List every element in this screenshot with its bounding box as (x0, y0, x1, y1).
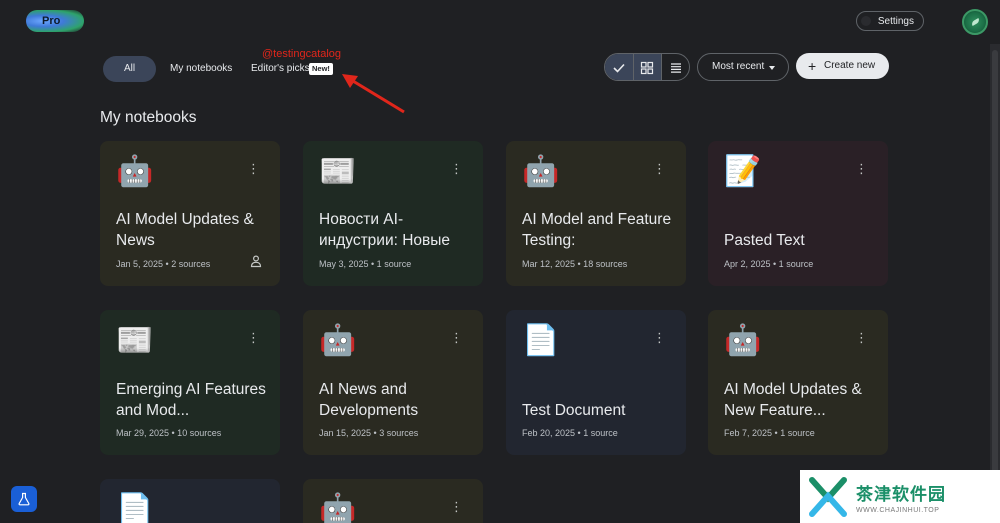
notebook-title: AI Model and Feature Testing: (522, 211, 672, 249)
view-toggle[interactable] (604, 53, 690, 81)
grid-icon (641, 61, 654, 75)
robot-icon: 🤖 (116, 155, 154, 188)
avatar[interactable] (962, 9, 988, 35)
notebook-meta: Feb 7, 2025 • 1 source (724, 428, 815, 438)
scrollbar-thumb[interactable] (992, 50, 998, 490)
newspaper-icon: 📰 (319, 155, 357, 188)
notebook-card[interactable]: 📄 (100, 479, 280, 523)
shared-person-icon (250, 255, 262, 268)
view-grid-selected[interactable] (605, 54, 633, 80)
notebook-card[interactable]: 🤖 ⋮ AI Model Updates & News Jan 5, 2025 … (100, 141, 280, 286)
create-label: Create new (824, 60, 876, 71)
notebook-card[interactable]: 🤖 ⋮ AI Model Updates & New Feature... Fe… (708, 310, 888, 455)
robot-icon: 🤖 (319, 493, 357, 523)
notebook-title: Pasted Text (724, 232, 805, 249)
notebook-card[interactable]: 📄 ⋮ Test Document Feb 20, 2025 • 1 sourc… (506, 310, 686, 455)
settings-icon (861, 16, 871, 26)
document-icon: 📄 (116, 493, 154, 523)
more-vert-icon[interactable]: ⋮ (855, 161, 868, 177)
more-vert-icon[interactable]: ⋮ (450, 330, 463, 346)
settings-button[interactable]: Settings (856, 11, 924, 31)
view-grid-button[interactable] (632, 54, 661, 80)
page-title: My notebooks (100, 109, 197, 126)
robot-icon: 🤖 (319, 324, 357, 357)
newspaper-icon: 📰 (116, 324, 154, 357)
annotation-watermark: @testingcatalog (262, 48, 342, 60)
watermark-logo-icon (809, 477, 847, 517)
more-vert-icon[interactable]: ⋮ (247, 330, 260, 346)
check-icon (613, 63, 625, 73)
more-vert-icon[interactable]: ⋮ (450, 161, 463, 177)
app-logo[interactable]: Pro (26, 10, 84, 32)
notebook-title: Emerging AI Features and Mod... (116, 381, 266, 419)
filter-tab-my-notebooks[interactable]: My notebooks (170, 56, 232, 82)
notebook-title: Test Document (522, 402, 626, 419)
logo-pro-label: Pro (42, 15, 61, 27)
sort-dropdown[interactable]: Most recent (697, 53, 789, 81)
notebook-meta: Jan 15, 2025 • 3 sources (319, 428, 419, 438)
notebook-meta: Apr 2, 2025 • 1 source (724, 259, 814, 269)
notebook-title: Новости AI-индустрии: Новые (319, 211, 451, 249)
corner-watermark: 茶津软件园 WWW.CHAJINHUI.TOP (800, 470, 1000, 523)
notebook-card[interactable]: 🤖 ⋮ AI News and Developments Jan 15, 202… (303, 310, 483, 455)
new-badge: New! (309, 63, 333, 75)
sort-label: Most recent (712, 61, 765, 72)
settings-label: Settings (877, 16, 914, 27)
annotation-arrow-icon (342, 74, 405, 114)
labs-button[interactable] (11, 486, 37, 512)
notebook-meta: Mar 12, 2025 • 18 sources (522, 259, 628, 269)
notebook-meta: Feb 20, 2025 • 1 source (522, 428, 618, 438)
notebook-card[interactable]: 📝 ⋮ Pasted Text Apr 2, 2025 • 1 source (708, 141, 888, 286)
chevron-down-icon (769, 66, 775, 70)
scrollbar[interactable] (990, 44, 1000, 523)
notebook-title: AI News and Developments (319, 381, 419, 419)
more-vert-icon[interactable]: ⋮ (653, 161, 666, 177)
document-icon: 📄 (522, 324, 560, 357)
list-icon (670, 63, 681, 73)
notebook-card[interactable]: 📰 ⋮ Emerging AI Features and Mod... Mar … (100, 310, 280, 455)
watermark-line1: 茶津软件园 (856, 484, 946, 504)
notebook-card[interactable]: 🤖 ⋮ AI Model and Feature Testing: Mar 12… (506, 141, 686, 286)
notebook-card[interactable]: 📰 ⋮ Новости AI-индустрии: Новые May 3, 2… (303, 141, 483, 286)
watermark-line2: WWW.CHAJINHUI.TOP (856, 506, 940, 514)
create-new-button[interactable]: + Create new (796, 53, 889, 79)
robot-icon: 🤖 (724, 324, 762, 357)
memo-icon: 📝 (724, 155, 762, 188)
notebook-title: AI Model Updates & New Feature... (724, 381, 862, 419)
avatar-leaf-icon (970, 18, 981, 26)
more-vert-icon[interactable]: ⋮ (247, 161, 260, 177)
notebook-meta: Mar 29, 2025 • 10 sources (116, 428, 222, 438)
more-vert-icon[interactable]: ⋮ (653, 330, 666, 346)
notebook-card[interactable]: 🤖 ⋮ (303, 479, 483, 523)
plus-icon: + (808, 58, 817, 74)
robot-icon: 🤖 (522, 155, 560, 188)
flask-icon (18, 492, 30, 506)
notebook-title: AI Model Updates & News (116, 211, 254, 249)
notebook-meta: May 3, 2025 • 1 source (319, 259, 412, 269)
filter-tab-all[interactable]: All (103, 56, 156, 82)
notebook-meta: Jan 5, 2025 • 2 sources (116, 259, 211, 269)
more-vert-icon[interactable]: ⋮ (450, 499, 463, 515)
view-list-button[interactable] (661, 54, 689, 80)
more-vert-icon[interactable]: ⋮ (855, 330, 868, 346)
